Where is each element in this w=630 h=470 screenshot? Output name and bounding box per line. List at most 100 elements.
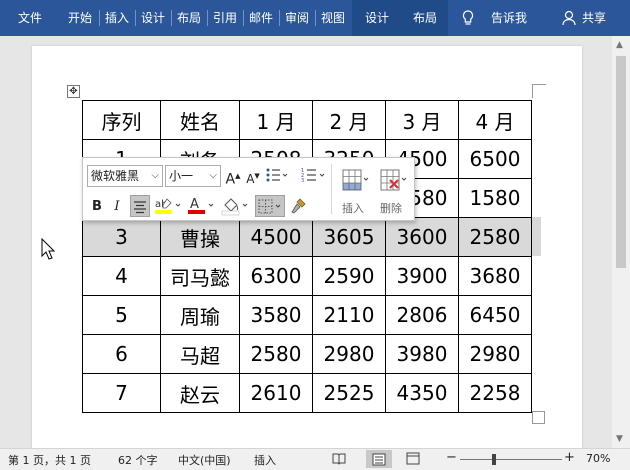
table-move-handle[interactable]: ✥ [67,85,80,98]
table-row-selected: 3 曹操 4500 3605 3600 2580 [82,217,532,257]
shrink-font-button[interactable]: A▼ [245,165,261,187]
print-layout-icon [372,453,386,466]
table-cell[interactable]: 4500 [239,217,313,257]
table-cell[interactable]: 6450 [458,295,532,335]
table-cell[interactable]: 2110 [312,295,386,335]
table-cell[interactable]: 2610 [239,373,313,413]
delete-table-button[interactable]: 删除 [373,164,409,216]
tab-mailings[interactable]: 邮件 [243,0,279,36]
table-cell[interactable]: 3600 [385,217,459,257]
table-cell[interactable]: 赵云 [160,373,240,413]
header-cell[interactable]: 3 月 [385,100,459,140]
svg-text:A: A [190,197,199,212]
tab-table-design[interactable]: 设计 [354,0,400,36]
font-name-combo[interactable]: 微软雅黑 ⌵ [87,165,163,187]
tab-table-layout[interactable]: 布局 [402,0,448,36]
table-cell[interactable]: 6500 [458,139,532,179]
table-resize-handle[interactable] [532,411,545,424]
language-indicator[interactable]: 中文(中国) [178,452,231,468]
table-cell[interactable]: 2590 [312,256,386,296]
tab-insert[interactable]: 插入 [99,0,135,36]
mouse-cursor-icon [41,237,56,264]
table-cell[interactable]: 6300 [239,256,313,296]
table-cell[interactable]: 2258 [458,373,532,413]
table-cell[interactable]: 司马懿 [160,256,240,296]
highlight-color-icon[interactable]: ab [154,196,184,220]
bold-button[interactable]: B [89,196,105,218]
borders-button[interactable] [255,195,285,217]
tab-view[interactable]: 视图 [315,0,351,36]
insert-label: 插入 [342,202,364,215]
table-row: 6 马超 2580 2980 3980 2980 [82,334,532,374]
header-cell[interactable]: 序列 [82,100,161,140]
grow-font-button[interactable]: A▲ [225,165,241,188]
table-cell[interactable]: 1580 [458,178,532,218]
table-cell[interactable]: 周瑜 [160,295,240,335]
header-cell[interactable]: 2 月 [312,100,386,140]
table-cell[interactable]: 3900 [385,256,459,296]
zoom-level[interactable]: 70% [586,452,610,465]
print-layout-button[interactable] [366,450,392,468]
numbering-icon[interactable]: 123 [301,167,327,187]
align-center-button[interactable] [130,195,150,217]
header-cell[interactable]: 姓名 [160,100,240,140]
table-cell[interactable]: 2980 [458,334,532,374]
table-header-row: 序列 姓名 1 月 2 月 3 月 4 月 [82,100,532,140]
shading-icon[interactable] [221,196,251,220]
share-button[interactable]: 共享 [578,0,610,36]
table-cell[interactable]: 3 [82,217,161,257]
scroll-down-icon[interactable]: ▼ [616,434,623,444]
table-row: 7 赵云 2610 2525 4350 2258 [82,373,532,413]
tab-file[interactable]: 文件 [8,0,52,36]
tab-home[interactable]: 开始 [61,0,99,36]
format-painter-icon[interactable] [290,197,308,219]
table-cell[interactable]: 2980 [312,334,386,374]
tell-me-box[interactable]: 告诉我 [484,0,534,36]
read-mode-icon[interactable] [332,452,346,468]
bullets-icon[interactable] [266,167,288,187]
scrollbar-thumb[interactable] [616,56,626,268]
scroll-up-icon[interactable]: ▲ [616,40,623,50]
zoom-slider-track[interactable] [460,459,562,460]
table-cell[interactable]: 6 [82,334,161,374]
align-center-icon [134,201,146,214]
tab-design[interactable]: 设计 [135,0,171,36]
table-cell[interactable]: 3680 [458,256,532,296]
status-bar: 第 1 页，共 1 页 62 个字 中文(中国) 插入 − + 70% [0,448,630,470]
word-count[interactable]: 62 个字 [118,452,158,468]
tab-review[interactable]: 审阅 [279,0,315,36]
zoom-out-button[interactable]: − [446,450,457,465]
table-cell[interactable]: 马超 [160,334,240,374]
insert-table-button[interactable]: 插入 [335,164,371,216]
table-cell[interactable]: 曹操 [160,217,240,257]
chevron-down-icon[interactable]: ⌵ [209,166,217,186]
font-color-icon[interactable]: A [187,196,217,220]
chevron-down-icon[interactable]: ⌵ [151,166,159,186]
table-cell[interactable]: 4350 [385,373,459,413]
tab-references[interactable]: 引用 [207,0,243,36]
table-cell[interactable]: 5 [82,295,161,335]
italic-button[interactable]: I [109,196,125,218]
table-cell[interactable]: 2525 [312,373,386,413]
font-size-combo[interactable]: 小一 ⌵ [165,165,221,187]
table-cell[interactable]: 3605 [312,217,386,257]
table-cell[interactable]: 2806 [385,295,459,335]
delete-label: 删除 [380,202,402,215]
insert-mode[interactable]: 插入 [254,452,276,468]
header-cell[interactable]: 1 月 [239,100,313,140]
web-layout-icon[interactable] [406,452,420,468]
user-icon[interactable] [562,10,576,30]
table-cell[interactable]: 2580 [458,217,532,257]
lightbulb-icon[interactable] [462,10,474,30]
tab-layout[interactable]: 布局 [171,0,207,36]
vertical-scrollbar[interactable]: ▲ ▼ [612,36,630,448]
table-cell[interactable]: 3580 [239,295,313,335]
table-cell[interactable]: 4 [82,256,161,296]
zoom-in-button[interactable]: + [564,450,575,465]
zoom-slider-thumb[interactable] [492,454,496,465]
header-cell[interactable]: 4 月 [458,100,532,140]
table-cell[interactable]: 7 [82,373,161,413]
page-info[interactable]: 第 1 页，共 1 页 [8,452,91,468]
table-cell[interactable]: 3980 [385,334,459,374]
table-cell[interactable]: 2580 [239,334,313,374]
